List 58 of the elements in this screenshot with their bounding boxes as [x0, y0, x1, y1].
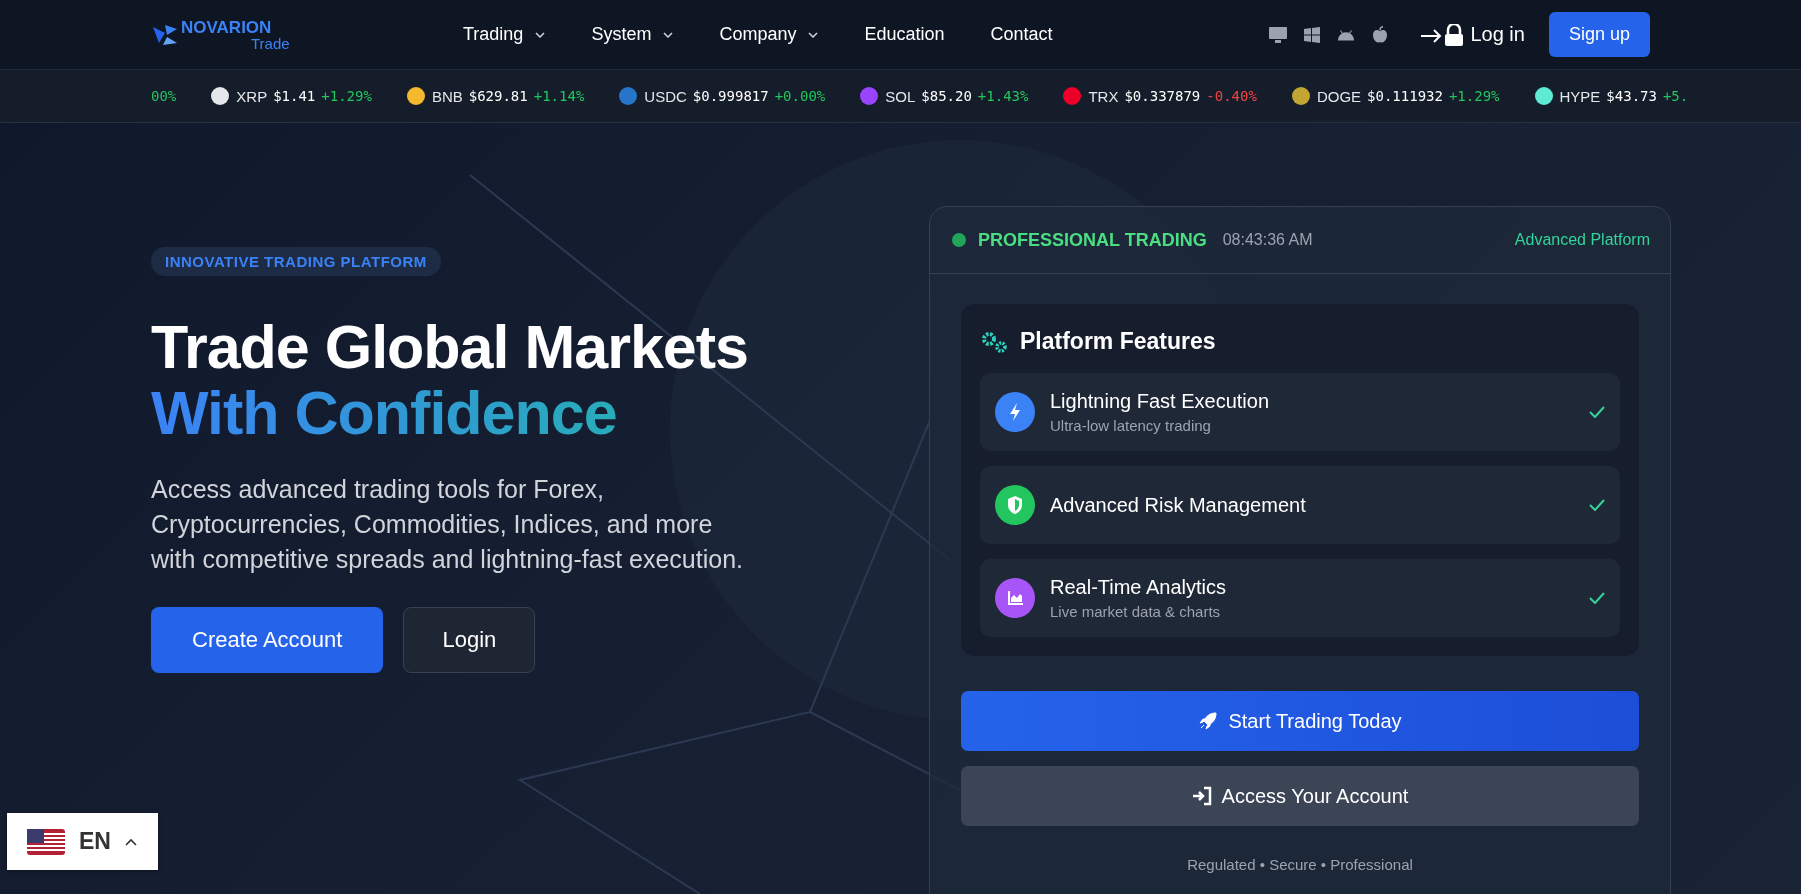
- ticker-change: 00%: [151, 88, 177, 104]
- ticker-change: +5.: [1662, 88, 1689, 104]
- access-account-button[interactable]: Access Your Account: [961, 766, 1639, 826]
- nav-link[interactable]: Contact: [990, 24, 1053, 45]
- rocket-icon: [1198, 711, 1219, 731]
- monitor-icon[interactable]: [1268, 25, 1289, 44]
- nav-link[interactable]: System: [591, 24, 674, 45]
- start-trading-button[interactable]: Start Trading Today: [961, 691, 1639, 751]
- login-link[interactable]: Log in: [1420, 23, 1525, 46]
- create-account-button[interactable]: Create Account: [151, 607, 384, 673]
- status-label: PROFESSIONAL TRADING: [978, 229, 1207, 251]
- status-dot: [952, 233, 966, 247]
- sign-in-icon: [1191, 786, 1212, 806]
- ticker-price: $0.999817: [692, 88, 769, 104]
- feature-subtitle: Ultra-low latency trading: [1050, 417, 1212, 434]
- ticker-change: +0.00%: [774, 88, 826, 104]
- platform-tag: Advanced Platform: [1514, 231, 1650, 249]
- logo-wordmark[interactable]: NOVARION: [181, 18, 290, 36]
- ticker-change: -0.40%: [1206, 88, 1257, 104]
- ticker-price: $629.81: [468, 88, 528, 104]
- nav-link[interactable]: Education: [864, 24, 945, 45]
- sign-up-button[interactable]: Sign up: [1548, 12, 1650, 57]
- clock-time: 08:43:36 AM: [1222, 231, 1313, 249]
- chevron-up-icon: [124, 837, 137, 846]
- nav-link[interactable]: Company: [719, 24, 819, 45]
- ticker-symbol: TRX: [1088, 87, 1119, 105]
- card-footer-text: Regulated • Secure • Professional: [1186, 856, 1414, 873]
- ticker-price: $43.73: [1606, 88, 1657, 104]
- ticker-price: $0.111932: [1367, 88, 1443, 104]
- ticker-symbol: USDC: [644, 87, 687, 105]
- windows-icon[interactable]: [1302, 25, 1323, 44]
- hero-title: Trade Global Markets: [151, 314, 748, 380]
- ticker-price: $1.41: [273, 88, 316, 104]
- flag-icon: [27, 828, 65, 855]
- ticker-symbol: XRP: [236, 87, 268, 105]
- language-selector[interactable]: EN: [7, 813, 158, 870]
- ticker-symbol: HYPE: [1559, 87, 1601, 105]
- login-button[interactable]: Login: [403, 607, 536, 673]
- feature-title: Lightning Fast Execution: [1050, 390, 1270, 413]
- ticker-change: +1.43%: [977, 88, 1029, 104]
- feature-title: Advanced Risk Management: [1050, 493, 1306, 517]
- hero-description: Access advanced trading tools for Forex, Cryptocurrencies, Commodities, Indices, and more with competitive spreads and lightning-fast execution.: [151, 474, 744, 575]
- nav-link[interactable]: Trading: [463, 24, 546, 45]
- logo-subtitle[interactable]: Trade: [181, 35, 290, 51]
- features-title: Platform Features: [1020, 328, 1216, 355]
- ticker-symbol: BNB: [431, 87, 463, 105]
- feature-title: Real-Time Analytics: [1050, 576, 1226, 599]
- logo-icon[interactable]: [151, 22, 179, 47]
- hero-badge: INNOVATIVE TRADING PLATFORM: [151, 247, 441, 276]
- feature-subtitle: Live market data & charts: [1050, 603, 1222, 620]
- ticker-price: $0.337879: [1124, 88, 1201, 104]
- ticker-change: +1.29%: [1448, 88, 1500, 104]
- ticker-price: $85.20: [921, 88, 972, 104]
- ticker-symbol: DOGE: [1316, 87, 1362, 105]
- ticker-change: +1.29%: [321, 88, 372, 104]
- gears-icon: [980, 329, 1010, 354]
- ticker-symbol: SOL: [885, 87, 916, 105]
- ticker-change: +1.14%: [533, 88, 585, 104]
